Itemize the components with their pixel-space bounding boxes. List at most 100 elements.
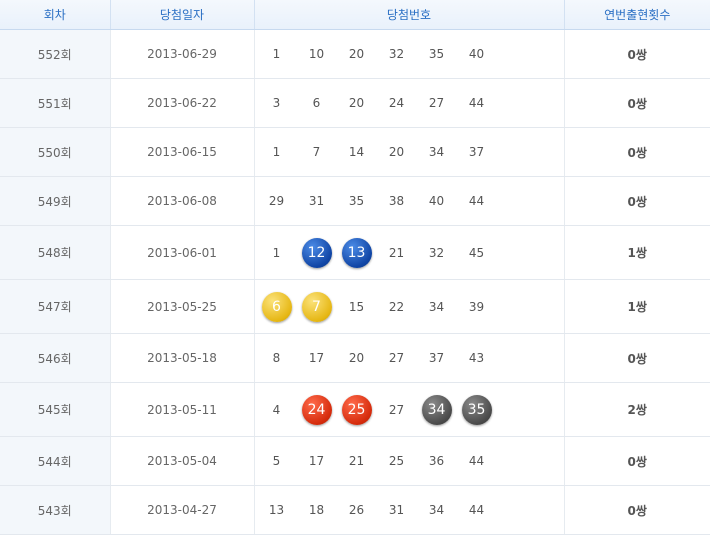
column-header-date: 당첨일자 [109,0,254,30]
winning-number: 39 [468,299,485,314]
winning-numbers: 29 31 35 38 40 44 [255,183,564,219]
winning-number: 34 [428,299,445,314]
numbers-cell: 6 7 15 22 34 39 [253,279,564,334]
table-header: 회차 당첨일자 당첨번호 연번출현횟수 [0,0,710,30]
round-cell: 551회 [0,78,110,128]
winning-number: 35 [428,47,445,61]
date-cell: 2013-06-29 [109,29,254,79]
column-header-pairs: 연번출현횟수 [563,0,710,30]
numbers-cell: 4 24 25 27 34 35 [253,382,564,437]
number-slot: 24 [297,392,337,428]
pair-count-cell: 2쌍 [563,382,710,437]
winning-number: 18 [308,503,325,517]
winning-numbers: 1 7 14 20 34 37 [255,134,564,170]
winning-number: 8 [272,351,281,365]
table-row: 552회 2013-06-29 1 10 20 32 35 40 0쌍 [0,29,710,79]
table-body: 552회 2013-06-29 1 10 20 32 35 40 0쌍 551회 2013-06-2… [0,29,710,535]
numbers-cell: 1 10 20 32 35 40 [253,29,564,79]
round-cell: 545회 [0,382,110,437]
pair-count-cell: 0쌍 [563,29,710,79]
round-cell: 546회 [0,333,110,383]
winning-numbers: 5 17 21 25 36 44 [255,443,564,479]
number-slot: 7 [297,289,337,325]
lotto-results-table: 회차 당첨일자 당첨번호 연번출현횟수 552회 2013-06-29 1 10 20 3… [0,0,710,535]
winning-number: 7 [312,145,321,159]
round-cell: 544회 [0,436,110,486]
winning-number: 22 [388,299,405,314]
winning-numbers: 6 7 15 22 34 39 [255,289,564,325]
winning-number: 43 [468,351,485,365]
consecutive-number-ball: 34 [421,394,452,425]
winning-number: 20 [388,145,405,159]
table-row: 544회 2013-05-04 5 17 21 25 36 44 0쌍 [0,436,710,486]
pair-count-cell: 1쌍 [563,225,710,280]
pair-count-cell: 0쌍 [563,127,710,177]
column-header-round: 회차 [0,0,110,30]
date-cell: 2013-06-15 [109,127,254,177]
winning-number: 5 [272,454,281,468]
numbers-cell: 1 12 13 21 32 45 [253,225,564,280]
winning-number: 3 [272,96,281,110]
number-slot: 35 [457,392,497,428]
winning-number: 44 [468,194,485,208]
table-row: 551회 2013-06-22 3 6 20 24 27 44 0쌍 [0,78,710,128]
winning-number: 1 [272,47,281,61]
pair-count-cell: 0쌍 [563,436,710,486]
winning-number: 20 [348,96,365,110]
winning-number: 17 [308,454,325,468]
round-cell: 550회 [0,127,110,177]
consecutive-number-ball: 13 [341,237,372,268]
pair-count-cell: 0쌍 [563,485,710,535]
date-cell: 2013-06-22 [109,78,254,128]
round-cell: 547회 [0,279,110,334]
round-cell: 543회 [0,485,110,535]
winning-number: 20 [348,47,365,61]
winning-number: 38 [388,194,405,208]
date-cell: 2013-06-08 [109,176,254,226]
winning-number: 21 [348,454,365,468]
date-cell: 2013-05-11 [109,382,254,437]
table-row: 545회 2013-05-11 4 24 25 27 34 35 2쌍 [0,382,710,437]
number-slot: 34 [417,392,457,428]
winning-number: 40 [468,47,485,61]
consecutive-number-ball: 24 [301,394,332,425]
round-cell: 548회 [0,225,110,280]
date-cell: 2013-06-01 [109,225,254,280]
winning-number: 14 [348,145,365,159]
round-cell: 552회 [0,29,110,79]
winning-number: 31 [308,194,325,208]
winning-number: 4 [272,402,281,417]
winning-number: 37 [428,351,445,365]
winning-number: 32 [388,47,405,61]
winning-number: 44 [468,503,485,517]
winning-number: 34 [428,503,445,517]
numbers-cell: 5 17 21 25 36 44 [253,436,564,486]
winning-number: 32 [428,245,445,260]
consecutive-number-ball: 12 [301,237,332,268]
winning-number: 1 [272,245,281,260]
consecutive-number-ball: 25 [341,394,372,425]
winning-number: 10 [308,47,325,61]
table-row: 548회 2013-06-01 1 12 13 21 32 45 1쌍 [0,225,710,280]
winning-number: 29 [268,194,285,208]
numbers-cell: 29 31 35 38 40 44 [253,176,564,226]
winning-numbers: 8 17 20 27 37 43 [255,340,564,376]
table-row: 546회 2013-05-18 8 17 20 27 37 43 0쌍 [0,333,710,383]
winning-number: 36 [428,454,445,468]
winning-number: 21 [388,245,405,260]
winning-number: 34 [428,145,445,159]
date-cell: 2013-05-25 [109,279,254,334]
winning-number: 44 [468,96,485,110]
winning-number: 17 [308,351,325,365]
winning-number: 20 [348,351,365,365]
header-row: 회차 당첨일자 당첨번호 연번출현횟수 [0,0,710,30]
date-cell: 2013-04-27 [109,485,254,535]
winning-number: 45 [468,245,485,260]
winning-number: 13 [268,503,285,517]
date-cell: 2013-05-04 [109,436,254,486]
winning-number: 6 [312,96,321,110]
pair-count-cell: 0쌍 [563,333,710,383]
consecutive-number-ball: 35 [461,394,492,425]
consecutive-number-ball: 7 [301,291,332,322]
numbers-cell: 3 6 20 24 27 44 [253,78,564,128]
